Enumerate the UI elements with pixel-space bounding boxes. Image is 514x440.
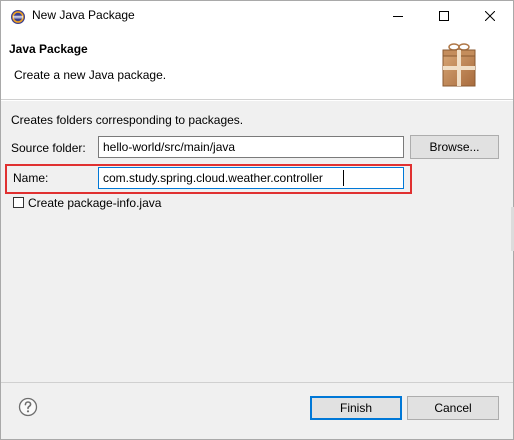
text-caret [343, 170, 344, 186]
name-label: Name: [13, 171, 49, 185]
close-button[interactable] [467, 1, 513, 31]
title-bar[interactable]: New Java Package [1, 1, 513, 31]
minimize-button[interactable] [375, 1, 421, 31]
cancel-button[interactable]: Cancel [407, 396, 499, 420]
package-gift-icon [442, 43, 476, 87]
eclipse-app-icon [11, 10, 25, 24]
footer-separator [1, 382, 513, 383]
page-title: Java Package [9, 42, 88, 56]
maximize-button[interactable] [421, 1, 467, 31]
browse-button[interactable]: Browse... [410, 135, 499, 159]
source-folder-label: Source folder: [11, 141, 86, 155]
help-icon[interactable] [18, 397, 38, 417]
body-description: Creates folders corresponding to package… [11, 113, 244, 127]
dialog-window: New Java Package Java Package Create a n… [0, 0, 514, 440]
source-folder-field[interactable] [98, 136, 404, 158]
finish-button[interactable]: Finish [310, 396, 402, 420]
maximize-icon [439, 11, 449, 21]
package-info-label[interactable]: Create package-info.java [28, 196, 161, 210]
page-description: Create a new Java package. [14, 68, 167, 82]
package-name-field[interactable] [98, 167, 404, 189]
minimize-icon [393, 16, 403, 17]
package-info-checkbox[interactable] [13, 197, 24, 208]
close-icon [485, 11, 495, 21]
header-separator-highlight [1, 100, 513, 101]
wizard-header: Java Package Create a new Java package. [1, 31, 513, 99]
window-title: New Java Package [32, 8, 135, 22]
